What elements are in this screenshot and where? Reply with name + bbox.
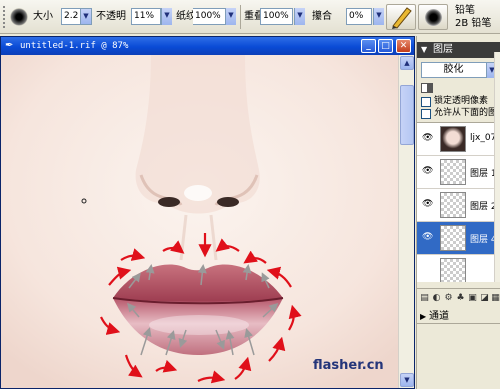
layer-opacity-icon[interactable] bbox=[421, 83, 433, 93]
layer-dynamic-icon[interactable]: ⚙ bbox=[443, 292, 454, 304]
layers-panel: ▼ 图层 胶化 ▼ 锁定透明像素 允许从下面的图 👁 ljx_072. 👁 图层… bbox=[416, 36, 500, 389]
layer-thumbnail bbox=[440, 126, 466, 152]
brush-preview-icon[interactable] bbox=[10, 8, 28, 26]
opacity-dropdown-icon[interactable]: ▼ bbox=[161, 8, 172, 25]
scroll-down-icon[interactable]: ▼ bbox=[400, 373, 414, 387]
brush-variant-label: 2B 铅笔 bbox=[455, 18, 492, 29]
layer-thumbnail bbox=[440, 225, 466, 251]
layer-thumbnail bbox=[440, 159, 466, 185]
grain-dropdown-icon[interactable]: ▼ bbox=[225, 8, 236, 25]
layers-list: 👁 ljx_072. 👁 图层 1 👁 图层 2 👁 图层 4 bbox=[417, 122, 500, 282]
layer-name: 图层 4 bbox=[470, 235, 497, 245]
channels-panel-title: 通道 bbox=[429, 311, 449, 322]
layer-tools-bar: ▤ ◐ ⚙ ♣ ▣ ◪ ▦ bbox=[417, 288, 500, 308]
grain-field[interactable]: 100% bbox=[193, 8, 226, 25]
size-field[interactable]: 2.2 ▼ bbox=[61, 8, 92, 25]
composite-method-select[interactable]: 胶化 ▼ bbox=[421, 62, 498, 78]
layer-thumbnail bbox=[440, 192, 466, 218]
resaturation-field[interactable]: 100% bbox=[260, 8, 293, 25]
brush-variant-button[interactable] bbox=[418, 4, 448, 30]
visibility-eye-icon[interactable]: 👁 bbox=[422, 134, 433, 143]
toolbar-grip-icon bbox=[3, 6, 7, 28]
scroll-thumb[interactable] bbox=[400, 85, 414, 145]
bleed-value: 0% bbox=[349, 11, 364, 21]
layer-thumbnail bbox=[440, 258, 466, 282]
document-title: untitled-1.rif @ 87% bbox=[20, 41, 129, 51]
resaturation-dropdown-icon[interactable]: ▼ bbox=[294, 8, 305, 25]
layers-scrollbar[interactable] bbox=[494, 52, 500, 282]
new-layer-icon[interactable]: ▣ bbox=[467, 292, 478, 304]
size-label: 大小 bbox=[33, 11, 53, 22]
composite-method-value: 胶化 bbox=[443, 64, 464, 75]
bleed-dropdown-icon[interactable]: ▼ bbox=[373, 8, 384, 25]
opacity-label: 不透明 bbox=[96, 11, 126, 22]
layer-row[interactable]: 👁 图层 2 bbox=[417, 189, 500, 222]
layer-row-selected[interactable]: 👁 图层 4 bbox=[417, 222, 500, 255]
bleed-label: 攥合 bbox=[312, 11, 332, 22]
layer-mask-icon[interactable]: ◐ bbox=[431, 292, 442, 304]
painting-canvas[interactable]: flasher.cn bbox=[1, 55, 398, 388]
expand-triangle-icon[interactable]: ▶ bbox=[420, 310, 426, 324]
pick-up-underlying-label: 允许从下面的图 bbox=[434, 108, 498, 118]
visibility-eye-icon[interactable]: 👁 bbox=[422, 200, 433, 209]
grain-value: 100% bbox=[195, 11, 221, 21]
vertical-scrollbar[interactable]: ▲ ▼ bbox=[398, 55, 414, 388]
visibility-eye-icon[interactable]: 👁 bbox=[422, 233, 433, 242]
pick-up-underlying-checkbox[interactable] bbox=[421, 109, 431, 119]
brush-dab-icon bbox=[425, 9, 442, 26]
tool-options-bar: 大小 2.2 ▼ 不透明 11% ▼ 纸纹 100% ▼ 重叠 100% ▼ 攥合… bbox=[0, 0, 500, 34]
layer-row[interactable]: 👁 图层 1 bbox=[417, 156, 500, 189]
close-button[interactable]: ✕ bbox=[396, 39, 411, 53]
collapse-triangle-icon[interactable]: ▼ bbox=[421, 42, 427, 58]
delete-layer-icon[interactable]: ▦ bbox=[490, 292, 500, 304]
layer-group-icon[interactable]: ♣ bbox=[455, 292, 466, 304]
lock-layer-icon[interactable]: ◪ bbox=[479, 292, 490, 304]
maximize-button[interactable]: □ bbox=[378, 39, 393, 53]
face-painting bbox=[1, 55, 398, 388]
size-value: 2.2 bbox=[64, 11, 79, 21]
size-dropdown-icon[interactable]: ▼ bbox=[80, 9, 91, 24]
layers-panel-title: 图层 bbox=[433, 44, 453, 55]
opacity-field[interactable]: 11% bbox=[131, 8, 161, 25]
brush-category-button[interactable] bbox=[386, 4, 416, 30]
visibility-eye-icon[interactable]: 👁 bbox=[422, 167, 433, 176]
opacity-value: 11% bbox=[134, 11, 155, 21]
watermark-text: flasher.cn bbox=[313, 358, 384, 373]
channels-panel-header[interactable]: ▶ 通道 bbox=[417, 310, 500, 324]
layers-panel-header[interactable]: ▼ 图层 bbox=[417, 42, 500, 58]
layer-name: 图层 1 bbox=[470, 169, 497, 179]
resaturation-value: 100% bbox=[263, 11, 289, 21]
layer-name: 图层 2 bbox=[470, 202, 497, 212]
pencil-icon bbox=[392, 7, 412, 29]
toolbar-divider bbox=[240, 5, 241, 29]
layer-row[interactable]: 👁 ljx_072. bbox=[417, 123, 500, 156]
document-icon: ✒ bbox=[5, 40, 14, 51]
minimize-button[interactable]: _ bbox=[361, 39, 376, 53]
document-titlebar[interactable]: ✒ untitled-1.rif @ 87% _ □ ✕ bbox=[1, 37, 414, 55]
layer-menu-icon[interactable]: ▤ bbox=[419, 292, 430, 304]
bleed-field[interactable]: 0% bbox=[346, 8, 372, 25]
preserve-transparency-checkbox[interactable] bbox=[421, 97, 431, 107]
scroll-up-icon[interactable]: ▲ bbox=[400, 56, 414, 70]
document-window: ✒ untitled-1.rif @ 87% _ □ ✕ flasher.cn … bbox=[0, 36, 415, 389]
layer-row[interactable] bbox=[417, 255, 500, 282]
preserve-transparency-label: 锁定透明像素 bbox=[434, 96, 489, 106]
